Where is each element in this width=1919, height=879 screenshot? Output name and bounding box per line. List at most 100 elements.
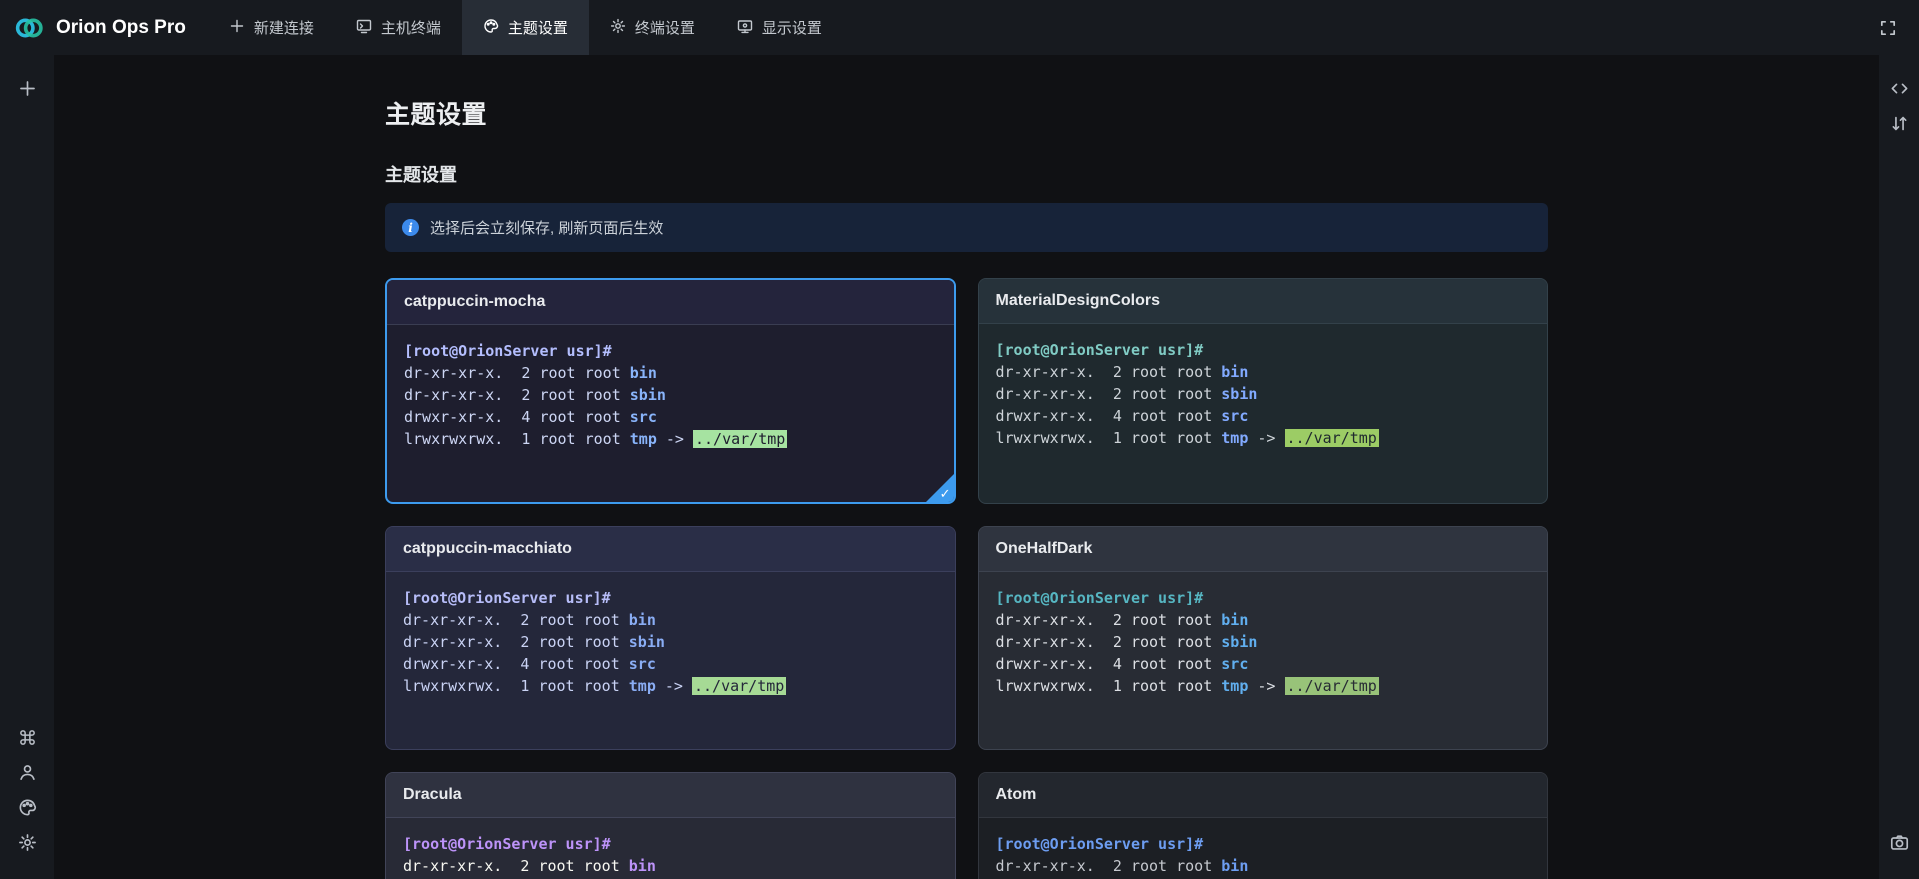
terminal-line: dr-xr-xr-x. 2 root root bin [403, 855, 938, 877]
terminal-icon [356, 18, 372, 38]
terminal-line: lrwxrwxrwx. 1 root root tmp -> ../var/tm… [996, 427, 1531, 449]
logo-icon [12, 11, 46, 45]
terminal-line: dr-xr-xr-x. 2 root root bin [996, 361, 1531, 383]
terminal-line-text: dr-xr-xr-x. 2 root root [996, 363, 1222, 381]
top-nav: Orion Ops Pro 新建连接 主机终端 主题设置 终端设置 显示设置 [0, 0, 1919, 55]
terminal-dir-name: sbin [629, 633, 665, 651]
terminal-line: dr-xr-xr-x. 2 root root sbin [996, 383, 1531, 405]
terminal-line: lrwxrwxrwx. 1 root root tmp -> ../var/tm… [404, 428, 937, 450]
info-icon: i [402, 219, 419, 236]
nav-item-label: 显示设置 [762, 17, 822, 38]
terminal-line-text: dr-xr-xr-x. 2 root root [996, 385, 1222, 403]
info-alert: i 选择后会立刻保存, 刷新页面后生效 [385, 203, 1548, 252]
plus-icon [229, 18, 245, 38]
gear-icon [610, 18, 626, 38]
terminal-arrow: -> [656, 677, 692, 695]
page-title: 主题设置 [385, 95, 1548, 131]
terminal-line-text: dr-xr-xr-x. 2 root root [404, 364, 630, 382]
terminal-dir-name: sbin [1221, 385, 1257, 403]
nav-item-label: 主题设置 [508, 17, 568, 38]
terminal-line: lrwxrwxrwx. 1 root root tmp -> ../var/tm… [996, 675, 1531, 697]
themes-grid: catppuccin-mocha[root@OrionServer usr]#d… [385, 278, 1548, 879]
terminal-prompt: [root@OrionServer usr]# [996, 835, 1204, 853]
right-sidebar-bottom [1885, 821, 1913, 863]
terminal-line-text: drwxr-xr-x. 4 root root [404, 408, 630, 426]
terminal-line-text: drwxr-xr-x. 4 root root [996, 407, 1222, 425]
terminal-preview: [root@OrionServer usr]# dr-xr-xr-x. 2 roo… [387, 325, 954, 502]
nav-item-label: 终端设置 [635, 17, 695, 38]
terminal-line: dr-xr-xr-x. 2 root root bin [403, 609, 938, 631]
section-title: 主题设置 [385, 161, 1548, 187]
theme-icon[interactable] [13, 793, 41, 821]
code-icon[interactable] [1885, 74, 1913, 102]
terminal-prompt: [root@OrionServer usr]# [996, 341, 1204, 359]
terminal-line-text: lrwxrwxrwx. 1 root root [403, 677, 629, 695]
theme-card-Atom[interactable]: Atom [root@OrionServer usr]# dr-xr-xr-x. 2… [978, 772, 1549, 879]
terminal-line-text: dr-xr-xr-x. 2 root root [403, 857, 629, 875]
camera-icon[interactable] [1885, 828, 1913, 856]
app-logo[interactable]: Orion Ops Pro [0, 11, 208, 45]
command-icon[interactable] [13, 723, 41, 751]
terminal-prompt-line: [root@OrionServer usr]# [996, 833, 1531, 855]
terminal-preview: [root@OrionServer usr]# dr-xr-xr-x. 2 roo… [386, 572, 955, 749]
terminal-prompt-line: [root@OrionServer usr]# [404, 340, 937, 362]
terminal-prompt: [root@OrionServer usr]# [403, 835, 611, 853]
theme-card-MaterialDesignColors[interactable]: MaterialDesignColors[root@OrionServer us… [978, 278, 1549, 504]
terminal-preview: [root@OrionServer usr]# dr-xr-xr-x. 2 roo… [979, 324, 1548, 501]
theme-card-Dracula[interactable]: Dracula[root@OrionServer usr]#dr-xr-xr-x… [385, 772, 956, 879]
terminal-line-text: dr-xr-xr-x. 2 root root [996, 633, 1222, 651]
theme-card-OneHalfDark[interactable]: OneHalfDark[root@OrionServer usr]#dr-xr-… [978, 526, 1549, 750]
terminal-line-text: lrwxrwxrwx. 1 root root [996, 429, 1222, 447]
nav-item-新建连接[interactable]: 新建连接 [208, 0, 335, 55]
terminal-line: dr-xr-xr-x. 2 root root bin [996, 855, 1531, 877]
theme-card-title: MaterialDesignColors [979, 279, 1548, 324]
terminal-dir-name: bin [629, 611, 656, 629]
terminal-dir-name: bin [629, 857, 656, 875]
terminal-line: dr-xr-xr-x. 2 root root sbin [996, 631, 1531, 653]
terminal-line-text: dr-xr-xr-x. 2 root root [404, 386, 630, 404]
terminal-preview: [root@OrionServer usr]#dr-xr-xr-x. 2 roo… [979, 572, 1548, 749]
terminal-line-text: drwxr-xr-x. 4 root root [403, 655, 629, 673]
nav-item-主题设置[interactable]: 主题设置 [462, 0, 589, 55]
nav-item-label: 主机终端 [381, 17, 441, 38]
top-nav-items: 新建连接 主机终端 主题设置 终端设置 显示设置 [208, 0, 843, 55]
terminal-prompt-line: [root@OrionServer usr]# [403, 587, 938, 609]
terminal-prompt: [root@OrionServer usr]# [403, 589, 611, 607]
plus-icon[interactable] [13, 74, 41, 102]
terminal-line-text: dr-xr-xr-x. 2 root root [996, 611, 1222, 629]
terminal-line: dr-xr-xr-x. 2 root root bin [996, 609, 1531, 631]
right-sidebar-top [1885, 67, 1913, 144]
terminal-arrow: -> [657, 430, 693, 448]
terminal-dir-name: bin [1221, 857, 1248, 875]
fullscreen-button[interactable] [1857, 19, 1919, 37]
terminal-line-text: lrwxrwxrwx. 1 root root [996, 677, 1222, 695]
user-icon[interactable] [13, 758, 41, 786]
main-content: 主题设置 主题设置 i 选择后会立刻保存, 刷新页面后生效 catppuccin… [54, 55, 1879, 879]
terminal-preview: [root@OrionServer usr]# dr-xr-xr-x. 2 roo… [386, 818, 955, 879]
terminal-line-text: dr-xr-xr-x. 2 root root [996, 857, 1222, 875]
terminal-dir-name: bin [1221, 611, 1248, 629]
terminal-symlink-target: ../var/tmp [693, 430, 787, 448]
nav-item-显示设置[interactable]: 显示设置 [716, 0, 843, 55]
terminal-dir-name: tmp [1221, 677, 1248, 695]
terminal-arrow: -> [1248, 677, 1284, 695]
terminal-symlink-target: ../var/tmp [692, 677, 786, 695]
terminal-symlink-target: ../var/tmp [1285, 677, 1379, 695]
terminal-line-text: dr-xr-xr-x. 2 root root [403, 633, 629, 651]
nav-item-主机终端[interactable]: 主机终端 [335, 0, 462, 55]
theme-card-title: catppuccin-macchiato [386, 527, 955, 572]
left-sidebar-bottom [13, 716, 41, 863]
terminal-line-text: lrwxrwxrwx. 1 root root [404, 430, 630, 448]
terminal-dir-name: src [629, 655, 656, 673]
theme-card-catppuccin-mocha[interactable]: catppuccin-mocha[root@OrionServer usr]#d… [385, 278, 956, 504]
theme-card-title: Atom [979, 773, 1548, 818]
terminal-dir-name: bin [630, 364, 657, 382]
left-sidebar-top [13, 67, 41, 109]
terminal-preview: [root@OrionServer usr]# dr-xr-xr-x. 2 roo… [979, 818, 1548, 879]
gear-icon[interactable] [13, 828, 41, 856]
terminal-dir-name: sbin [630, 386, 666, 404]
nav-item-终端设置[interactable]: 终端设置 [589, 0, 716, 55]
sort-icon[interactable] [1885, 109, 1913, 137]
theme-card-catppuccin-macchiato[interactable]: catppuccin-macchiato[root@OrionServer us… [385, 526, 956, 750]
terminal-line-text: drwxr-xr-x. 4 root root [996, 655, 1222, 673]
